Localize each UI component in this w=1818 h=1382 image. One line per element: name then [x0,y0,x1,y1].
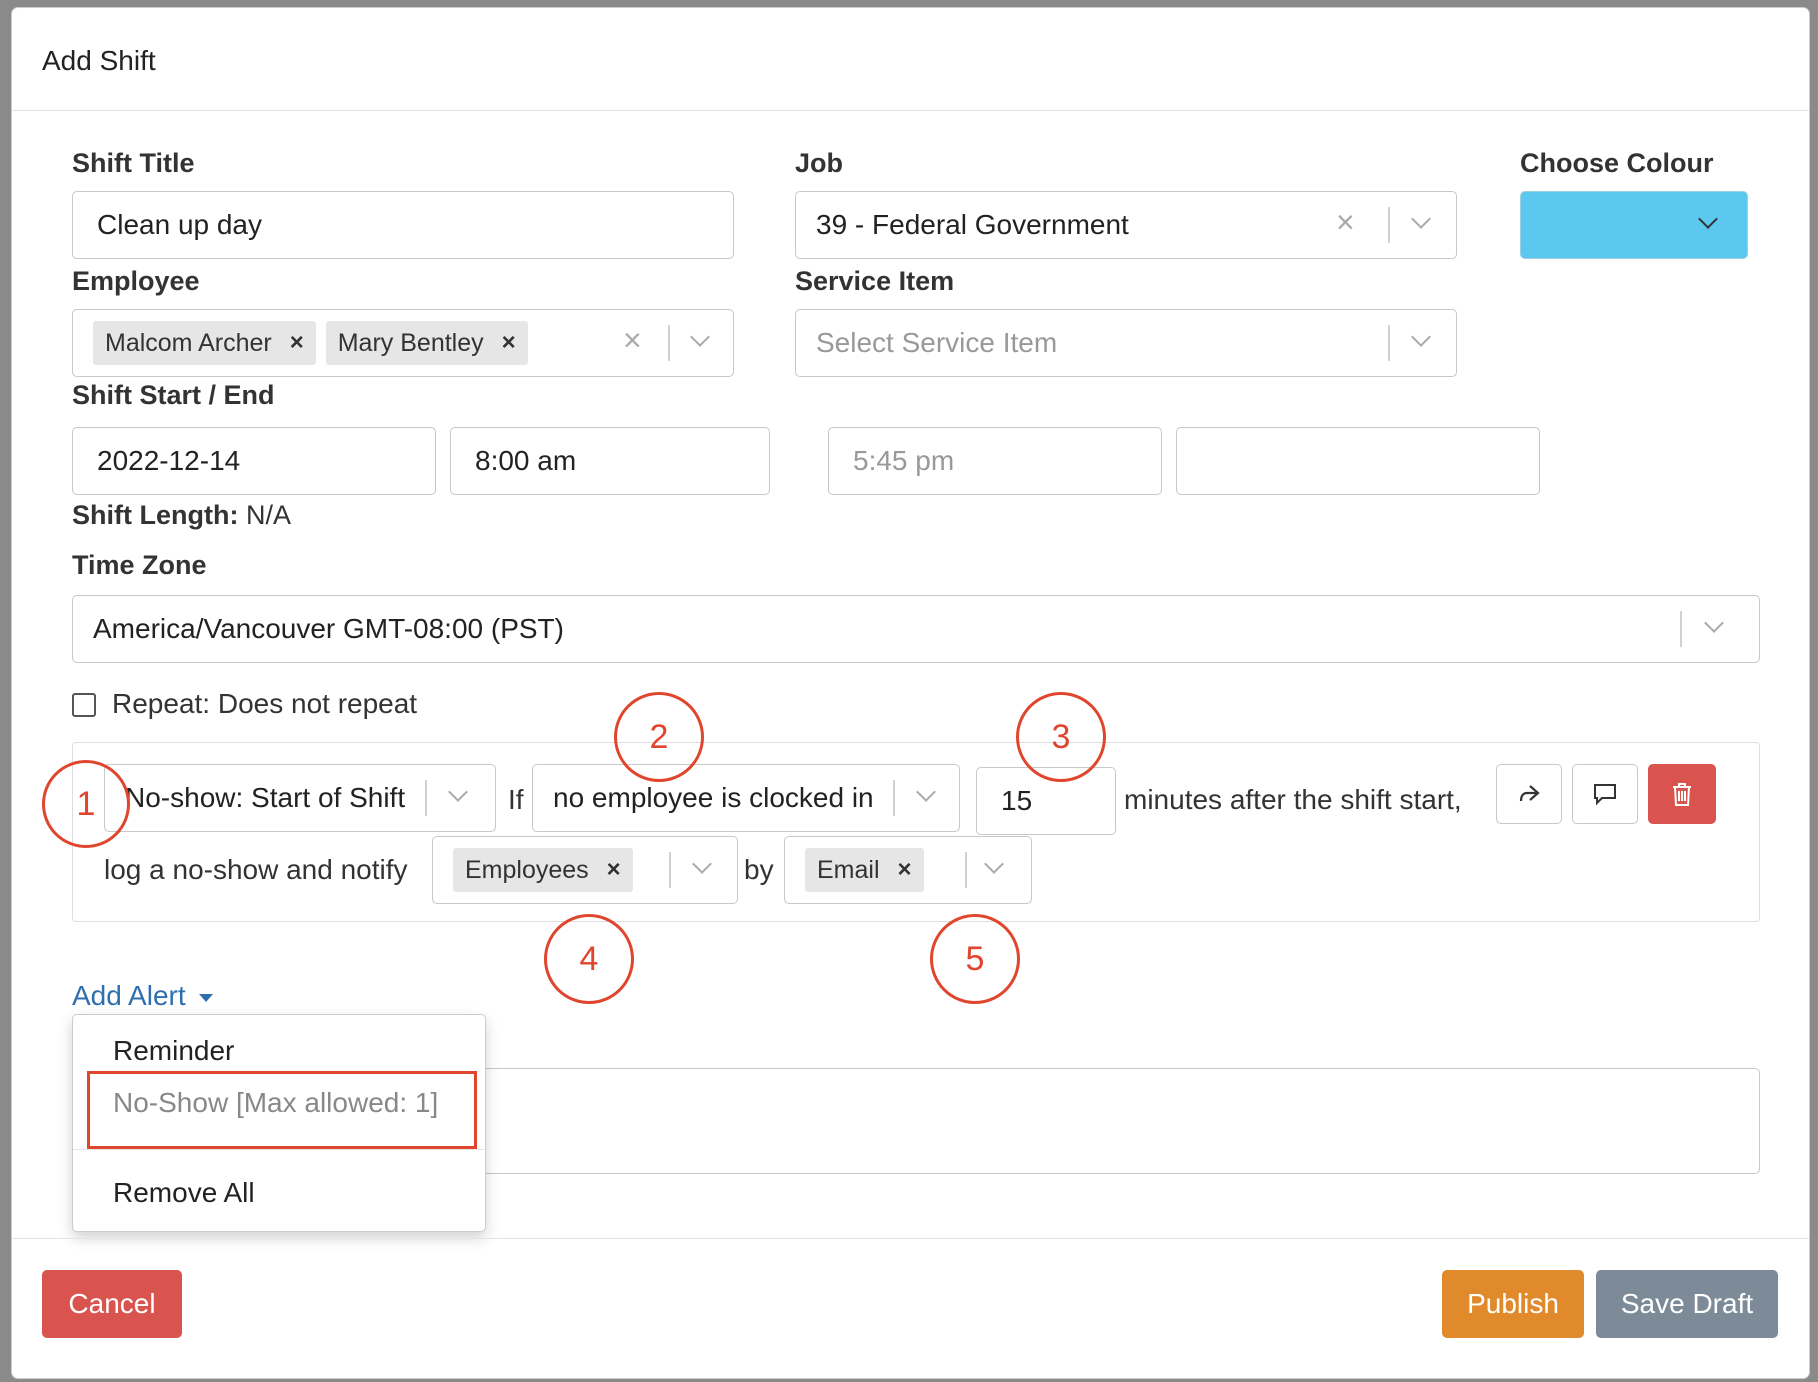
repeat-checkbox[interactable] [72,693,96,717]
if-text: If [508,784,524,815]
condition-chevron-down-icon[interactable] [916,782,936,802]
annotation-marker: 1 [42,760,130,848]
job-select[interactable]: 39 - Federal Government × [795,191,1457,259]
colour-picker[interactable] [1520,191,1748,259]
remove-tag-icon[interactable]: × [502,329,516,357]
repeat-label: Repeat: Does not repeat [112,688,418,719]
job-separator [1388,207,1390,243]
modal-title: Add Shift [42,45,156,76]
method-select[interactable]: Email × [784,836,1032,904]
service-item-placeholder: Select Service Item [816,327,1058,358]
time-zone-separator [1680,611,1682,647]
remove-tag-icon[interactable]: × [898,856,912,884]
remove-tag-icon[interactable]: × [290,329,304,357]
save-draft-button[interactable]: Save Draft [1596,1270,1778,1338]
job-label: Job [795,148,844,178]
notify-tag: Employees × [453,848,633,892]
publish-button[interactable]: Publish [1442,1270,1584,1338]
comment-icon [1594,784,1616,806]
condition-value: no employee is clocked in [553,782,874,813]
method-separator [965,852,967,888]
time-zone-chevron-down-icon[interactable] [1704,613,1724,633]
service-item-select[interactable]: Select Service Item [795,309,1457,377]
notify-separator [669,852,671,888]
service-item-label: Service Item [795,266,955,296]
menu-item-remove-all[interactable]: Remove All [113,1177,255,1209]
end-date-input[interactable] [1176,427,1540,495]
job-chevron-down-icon[interactable] [1411,209,1431,229]
modal-footer-divider [12,1238,1809,1239]
after-text: minutes after the shift start, [1124,784,1462,815]
service-item-separator [1388,325,1390,361]
method-chevron-down-icon[interactable] [984,854,1004,874]
shift-title-input[interactable]: Clean up day [72,191,734,259]
annotation-marker: 4 [544,914,634,1004]
employee-clear-icon[interactable]: × [623,322,642,359]
end-time-value: 5:45 pm [853,445,955,476]
colour-chevron-down-icon [1698,209,1718,229]
employee-select[interactable]: Malcom Archer × Mary Bentley × × [72,309,734,377]
minutes-value: 15 [1001,785,1033,816]
condition-separator [893,780,895,816]
condition-select[interactable]: no employee is clocked in [532,764,960,832]
annotation-marker: 3 [1016,692,1106,782]
start-date-value: 2022-12-14 [97,445,241,476]
start-time-value: 8:00 am [475,445,577,476]
time-zone-select[interactable]: America/Vancouver GMT-08:00 (PST) [72,595,1760,663]
alert-type-select[interactable]: No-show: Start of Shift [104,764,496,832]
alert-type-value: No-show: Start of Shift [125,782,406,813]
service-item-chevron-down-icon[interactable] [1411,327,1431,347]
time-zone-label: Time Zone [72,550,207,580]
shift-start-end-label: Shift Start / End [72,380,275,410]
alert-type-separator [425,780,427,816]
shift-length-label: Shift Length: [72,500,239,530]
method-tag-label: Email [817,855,880,884]
notify-chevron-down-icon[interactable] [692,854,712,874]
share-icon [1519,785,1540,802]
employee-tag: Mary Bentley × [325,321,528,365]
job-clear-icon[interactable]: × [1336,204,1355,241]
employee-label: Employee [72,266,200,296]
employee-tag: Malcom Archer × [93,321,316,365]
employee-tag-label: Mary Bentley [337,328,484,357]
comment-button[interactable] [1572,764,1638,824]
method-tag: Email × [805,848,924,892]
time-zone-value: America/Vancouver GMT-08:00 (PST) [93,613,564,644]
log-text: log a no-show and notify [104,854,408,885]
notify-tag-label: Employees [465,855,589,884]
alert-type-chevron-down-icon[interactable] [448,782,468,802]
end-time-input[interactable]: 5:45 pm [828,427,1162,495]
delete-alert-button[interactable] [1648,764,1716,824]
shift-length-value: N/A [245,500,291,530]
menu-divider [73,1149,485,1150]
forward-button[interactable] [1496,764,1562,824]
remove-tag-icon[interactable]: × [607,856,621,884]
add-alert-dropdown-toggle[interactable]: Add Alert [72,980,214,1012]
add-shift-modal: Add Shift Shift Title Clean up day Job 3… [12,8,1809,1378]
add-alert-label: Add Alert [72,980,186,1011]
cancel-button[interactable]: Cancel [42,1270,182,1338]
add-alert-menu: Reminder No-Show [Max allowed: 1] Remove… [72,1014,486,1232]
job-value: 39 - Federal Government [816,209,1129,240]
notify-select[interactable]: Employees × [432,836,738,904]
employee-separator [668,325,670,361]
caret-down-icon [199,993,214,1002]
annotation-marker: 5 [930,914,1020,1004]
trash-icon [1673,783,1691,806]
shift-title-value: Clean up day [97,209,263,240]
modal-header: Add Shift [12,8,1809,111]
employee-tag-label: Malcom Archer [105,328,272,357]
menu-item-reminder[interactable]: Reminder [113,1035,234,1067]
highlight-box [87,1071,477,1149]
shift-length: Shift Length: N/A [72,500,291,531]
start-date-input[interactable]: 2022-12-14 [72,427,436,495]
employee-chevron-down-icon[interactable] [690,327,710,347]
by-text: by [744,854,774,885]
annotation-marker: 2 [614,692,704,782]
shift-title-label: Shift Title [72,148,195,178]
start-time-input[interactable]: 8:00 am [450,427,770,495]
colour-label: Choose Colour [1520,148,1714,178]
